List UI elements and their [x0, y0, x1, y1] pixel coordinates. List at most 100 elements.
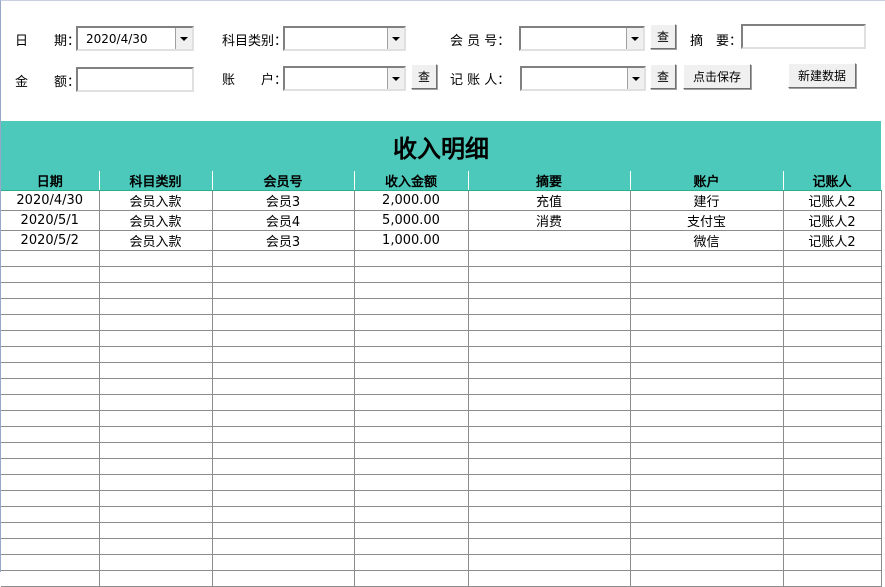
empty-cell[interactable]: [1, 506, 100, 523]
chevron-down-icon[interactable]: [387, 28, 404, 49]
empty-cell[interactable]: [354, 426, 469, 443]
empty-cell[interactable]: [99, 394, 213, 411]
empty-cell[interactable]: [783, 378, 882, 395]
empty-cell[interactable]: [468, 458, 631, 475]
table-cell[interactable]: 充值: [468, 190, 631, 211]
empty-cell[interactable]: [212, 474, 355, 491]
new-data-button[interactable]: 新建数据: [788, 63, 856, 88]
table-cell[interactable]: 会员3: [212, 190, 355, 211]
amount-input[interactable]: [76, 67, 194, 92]
empty-cell[interactable]: [468, 538, 631, 555]
empty-cell[interactable]: [783, 442, 882, 459]
empty-cell[interactable]: [783, 426, 882, 443]
empty-cell[interactable]: [630, 410, 784, 427]
empty-cell[interactable]: [783, 330, 882, 347]
empty-cell[interactable]: [99, 426, 213, 443]
empty-cell[interactable]: [99, 346, 213, 363]
empty-cell[interactable]: [783, 250, 882, 267]
empty-cell[interactable]: [468, 266, 631, 283]
empty-cell[interactable]: [99, 458, 213, 475]
table-cell[interactable]: 记账人2: [783, 190, 882, 211]
date-combo[interactable]: 2020/4/30: [76, 26, 194, 51]
empty-cell[interactable]: [212, 394, 355, 411]
empty-cell[interactable]: [630, 474, 784, 491]
empty-cell[interactable]: [783, 506, 882, 523]
empty-cell[interactable]: [1, 570, 100, 587]
empty-cell[interactable]: [630, 522, 784, 539]
table-cell[interactable]: 会员4: [212, 210, 355, 231]
empty-cell[interactable]: [630, 554, 784, 571]
empty-cell[interactable]: [1, 442, 100, 459]
empty-cell[interactable]: [212, 282, 355, 299]
empty-cell[interactable]: [1, 474, 100, 491]
empty-cell[interactable]: [1, 330, 100, 347]
empty-cell[interactable]: [99, 250, 213, 267]
empty-cell[interactable]: [1, 378, 100, 395]
empty-cell[interactable]: [99, 314, 213, 331]
empty-cell[interactable]: [99, 410, 213, 427]
column-header[interactable]: 收入金额: [354, 171, 469, 191]
empty-cell[interactable]: [99, 378, 213, 395]
empty-cell[interactable]: [630, 442, 784, 459]
empty-cell[interactable]: [468, 330, 631, 347]
empty-cell[interactable]: [783, 266, 882, 283]
empty-cell[interactable]: [354, 458, 469, 475]
summary-input[interactable]: [741, 24, 866, 49]
empty-cell[interactable]: [212, 426, 355, 443]
empty-cell[interactable]: [630, 378, 784, 395]
empty-cell[interactable]: [212, 554, 355, 571]
empty-cell[interactable]: [354, 330, 469, 347]
empty-cell[interactable]: [468, 250, 631, 267]
empty-cell[interactable]: [630, 298, 784, 315]
empty-cell[interactable]: [630, 538, 784, 555]
empty-cell[interactable]: [354, 442, 469, 459]
bookkeeper-combo[interactable]: [520, 66, 646, 91]
column-header[interactable]: 会员号: [212, 171, 355, 191]
empty-cell[interactable]: [1, 314, 100, 331]
empty-cell[interactable]: [468, 426, 631, 443]
chevron-down-icon[interactable]: [627, 68, 644, 89]
table-cell[interactable]: 建行: [630, 190, 784, 211]
column-header[interactable]: 摘要: [468, 171, 631, 191]
empty-cell[interactable]: [630, 250, 784, 267]
empty-cell[interactable]: [630, 490, 784, 507]
empty-cell[interactable]: [99, 506, 213, 523]
chevron-down-icon[interactable]: [387, 68, 404, 89]
empty-cell[interactable]: [468, 554, 631, 571]
empty-cell[interactable]: [212, 522, 355, 539]
empty-cell[interactable]: [630, 282, 784, 299]
empty-cell[interactable]: [354, 378, 469, 395]
empty-cell[interactable]: [354, 394, 469, 411]
empty-cell[interactable]: [354, 346, 469, 363]
empty-cell[interactable]: [212, 458, 355, 475]
empty-cell[interactable]: [354, 266, 469, 283]
empty-cell[interactable]: [354, 554, 469, 571]
empty-cell[interactable]: [212, 330, 355, 347]
empty-cell[interactable]: [630, 330, 784, 347]
empty-cell[interactable]: [630, 362, 784, 379]
empty-cell[interactable]: [354, 490, 469, 507]
account-lookup-button[interactable]: 查: [411, 64, 437, 89]
empty-cell[interactable]: [783, 314, 882, 331]
empty-cell[interactable]: [1, 346, 100, 363]
empty-cell[interactable]: [212, 506, 355, 523]
empty-cell[interactable]: [99, 298, 213, 315]
empty-cell[interactable]: [354, 362, 469, 379]
empty-cell[interactable]: [630, 506, 784, 523]
table-cell[interactable]: 会员3: [212, 230, 355, 251]
empty-cell[interactable]: [212, 250, 355, 267]
empty-cell[interactable]: [1, 362, 100, 379]
chevron-down-icon[interactable]: [626, 28, 643, 49]
empty-cell[interactable]: [212, 490, 355, 507]
empty-cell[interactable]: [354, 506, 469, 523]
empty-cell[interactable]: [1, 554, 100, 571]
table-cell[interactable]: 消费: [468, 210, 631, 231]
empty-cell[interactable]: [1, 458, 100, 475]
table-cell[interactable]: 2020/5/2: [1, 230, 100, 251]
empty-cell[interactable]: [1, 394, 100, 411]
empty-cell[interactable]: [630, 394, 784, 411]
empty-cell[interactable]: [783, 474, 882, 491]
empty-cell[interactable]: [630, 570, 784, 587]
empty-cell[interactable]: [99, 474, 213, 491]
empty-cell[interactable]: [468, 362, 631, 379]
